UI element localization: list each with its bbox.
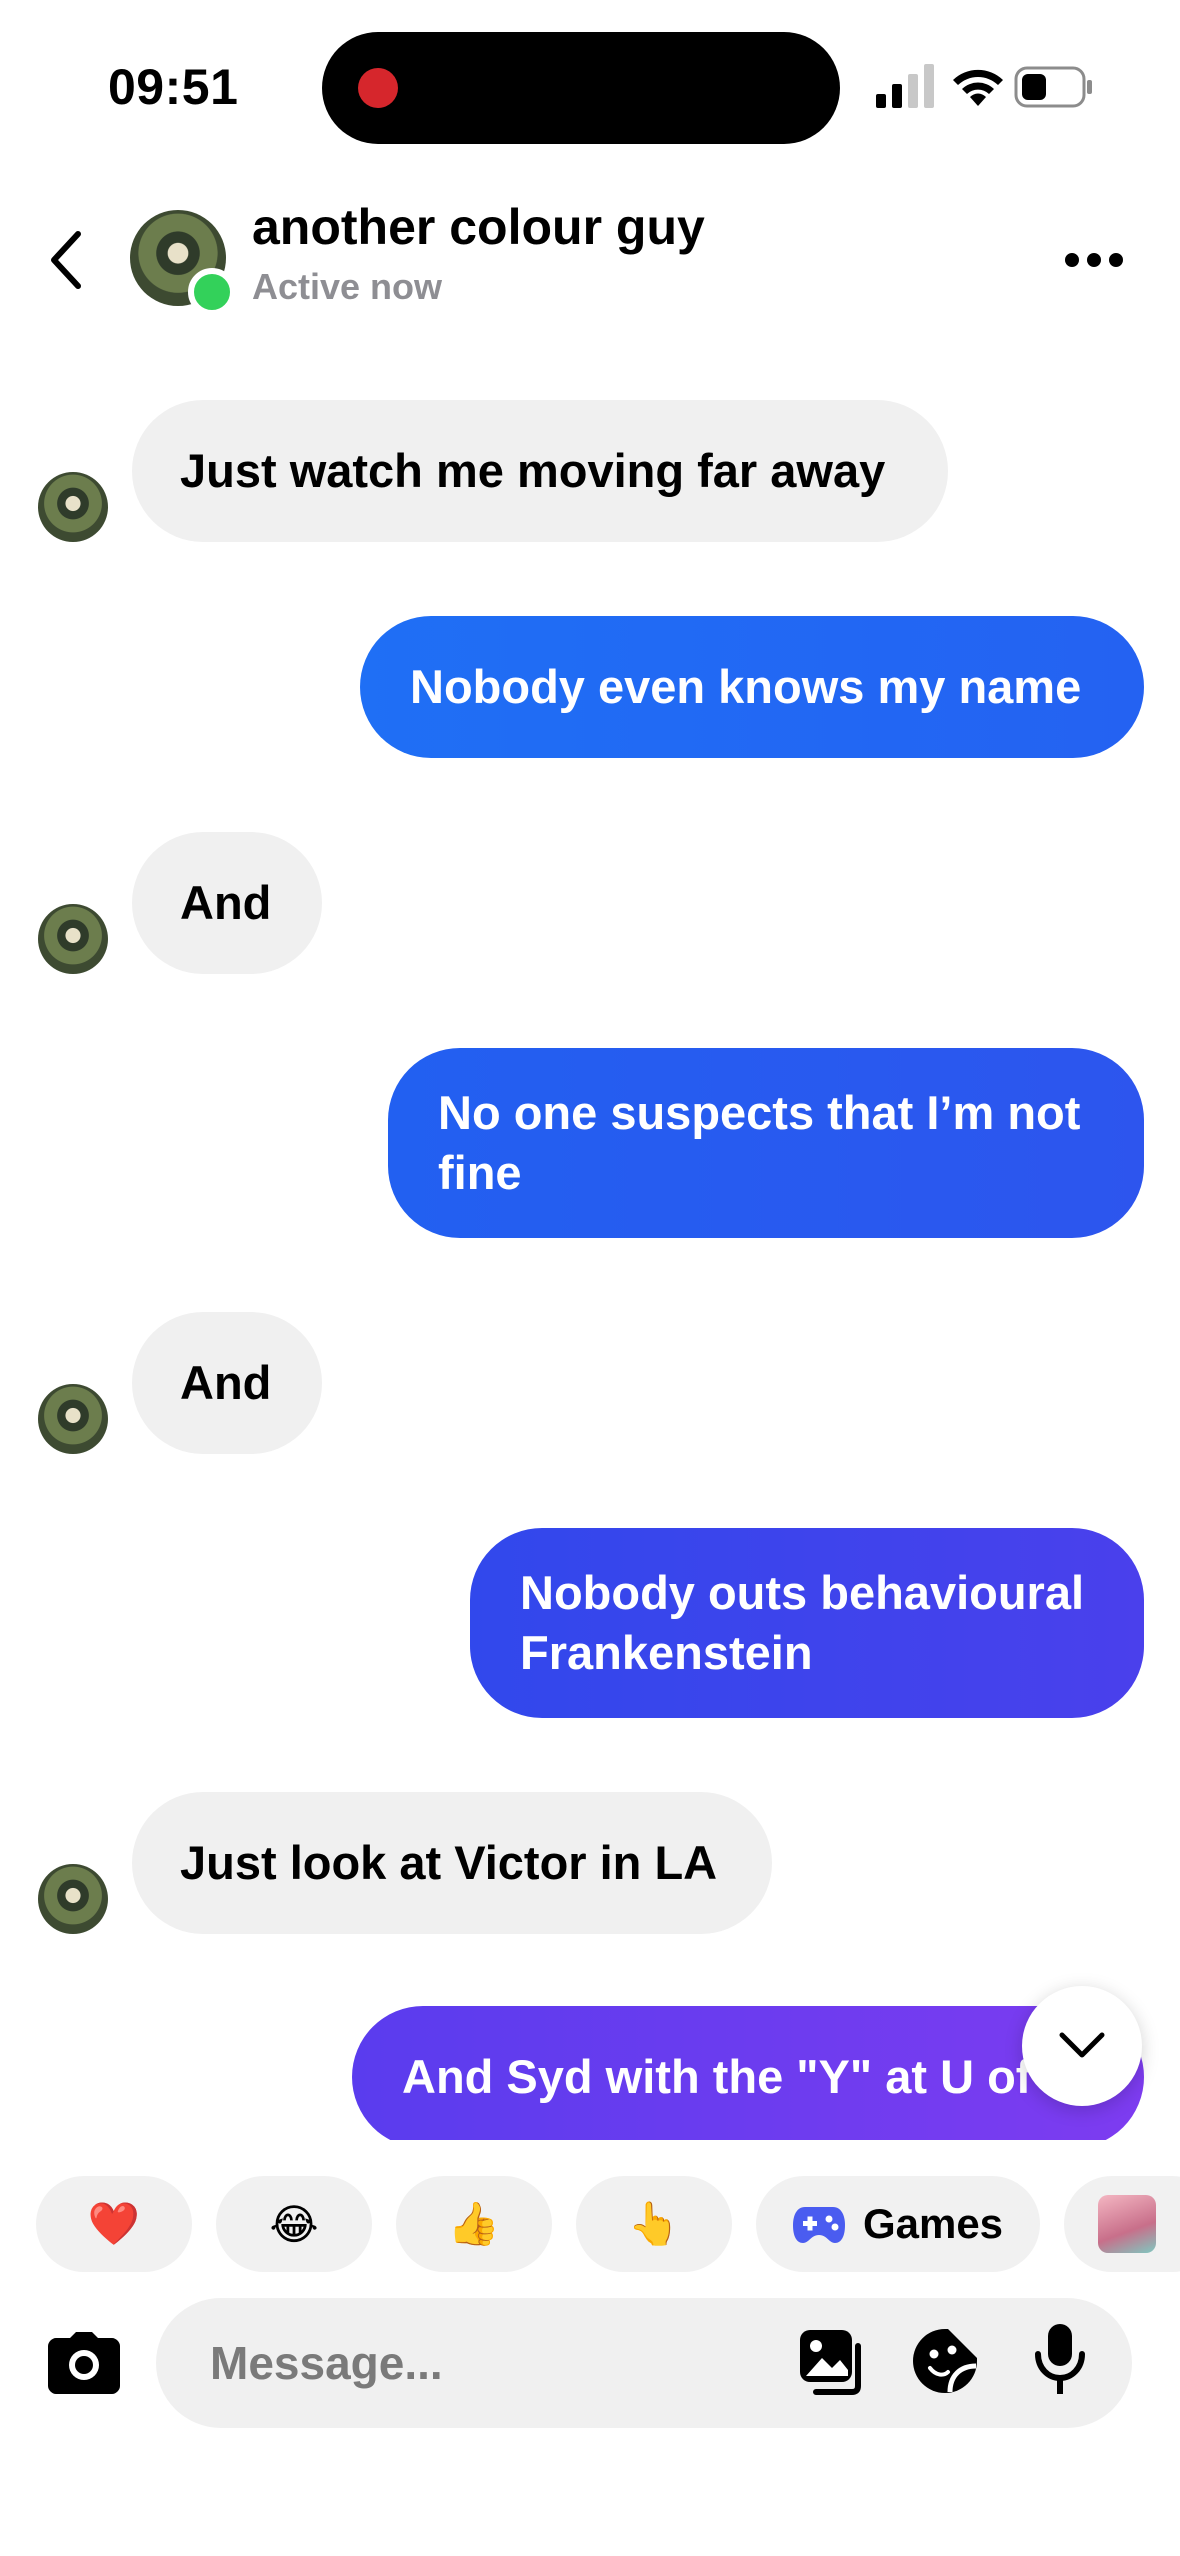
quick-reply-sticker[interactable] (1064, 2176, 1180, 2272)
thumbs-up-icon: 👍 (447, 2199, 501, 2247)
online-status-dot (188, 268, 236, 316)
message-bubble-incoming[interactable]: Just look at Victor in LA (132, 1792, 772, 1934)
sticker-thumbnail (1098, 2195, 1156, 2253)
chevron-down-icon (1059, 2032, 1105, 2058)
message-bubble-incoming[interactable]: And (132, 832, 322, 974)
microphone-icon[interactable] (1032, 2322, 1088, 2398)
sender-avatar[interactable] (38, 1864, 108, 1934)
more-options-icon[interactable] (1064, 252, 1124, 268)
message-bubble-outgoing[interactable]: No one suspects that I’m not fine (388, 1048, 1144, 1238)
games-button[interactable]: Games (756, 2176, 1040, 2272)
status-time: 09:51 (108, 59, 239, 115)
contact-name[interactable]: another colour guy (252, 198, 705, 256)
sender-avatar[interactable] (38, 1384, 108, 1454)
quick-reply-point[interactable]: 👆 (576, 2176, 732, 2272)
sender-avatar[interactable] (38, 472, 108, 542)
quick-reply-heart[interactable]: ❤️ (36, 2176, 192, 2272)
cellular-signal-icon (876, 64, 934, 108)
sticker-icon[interactable] (910, 2326, 980, 2396)
pointing-hand-icon: 👆 (627, 2199, 681, 2247)
gallery-icon[interactable] (796, 2326, 866, 2396)
scroll-to-bottom-button[interactable] (1022, 1986, 1142, 2106)
dynamic-island (322, 32, 840, 144)
sender-avatar[interactable] (38, 904, 108, 974)
heart-icon: ❤️ (87, 2199, 141, 2247)
wifi-icon (953, 69, 1003, 106)
recording-indicator (358, 68, 398, 108)
games-label: Games (862, 2200, 1004, 2247)
message-bubble-outgoing[interactable]: Nobody outs behavioural Frankenstein (470, 1528, 1144, 1718)
contact-activity-status: Active now (252, 266, 443, 307)
message-bubble-incoming[interactable]: And (132, 1312, 322, 1454)
back-chevron-icon[interactable] (46, 230, 86, 290)
message-bubble-incoming[interactable]: Just watch me moving far away (132, 400, 948, 542)
message-input-placeholder: Message... (210, 2337, 443, 2389)
gamepad-icon (792, 2207, 845, 2243)
battery-icon (1014, 66, 1092, 108)
laughing-emoji-icon: 😂 (269, 2200, 319, 2248)
message-bubble-outgoing[interactable]: Nobody even knows my name (360, 616, 1144, 758)
quick-reply-laugh[interactable]: 😂 (216, 2176, 372, 2272)
quick-reply-thumbs-up[interactable]: 👍 (396, 2176, 552, 2272)
camera-icon[interactable] (48, 2330, 120, 2394)
